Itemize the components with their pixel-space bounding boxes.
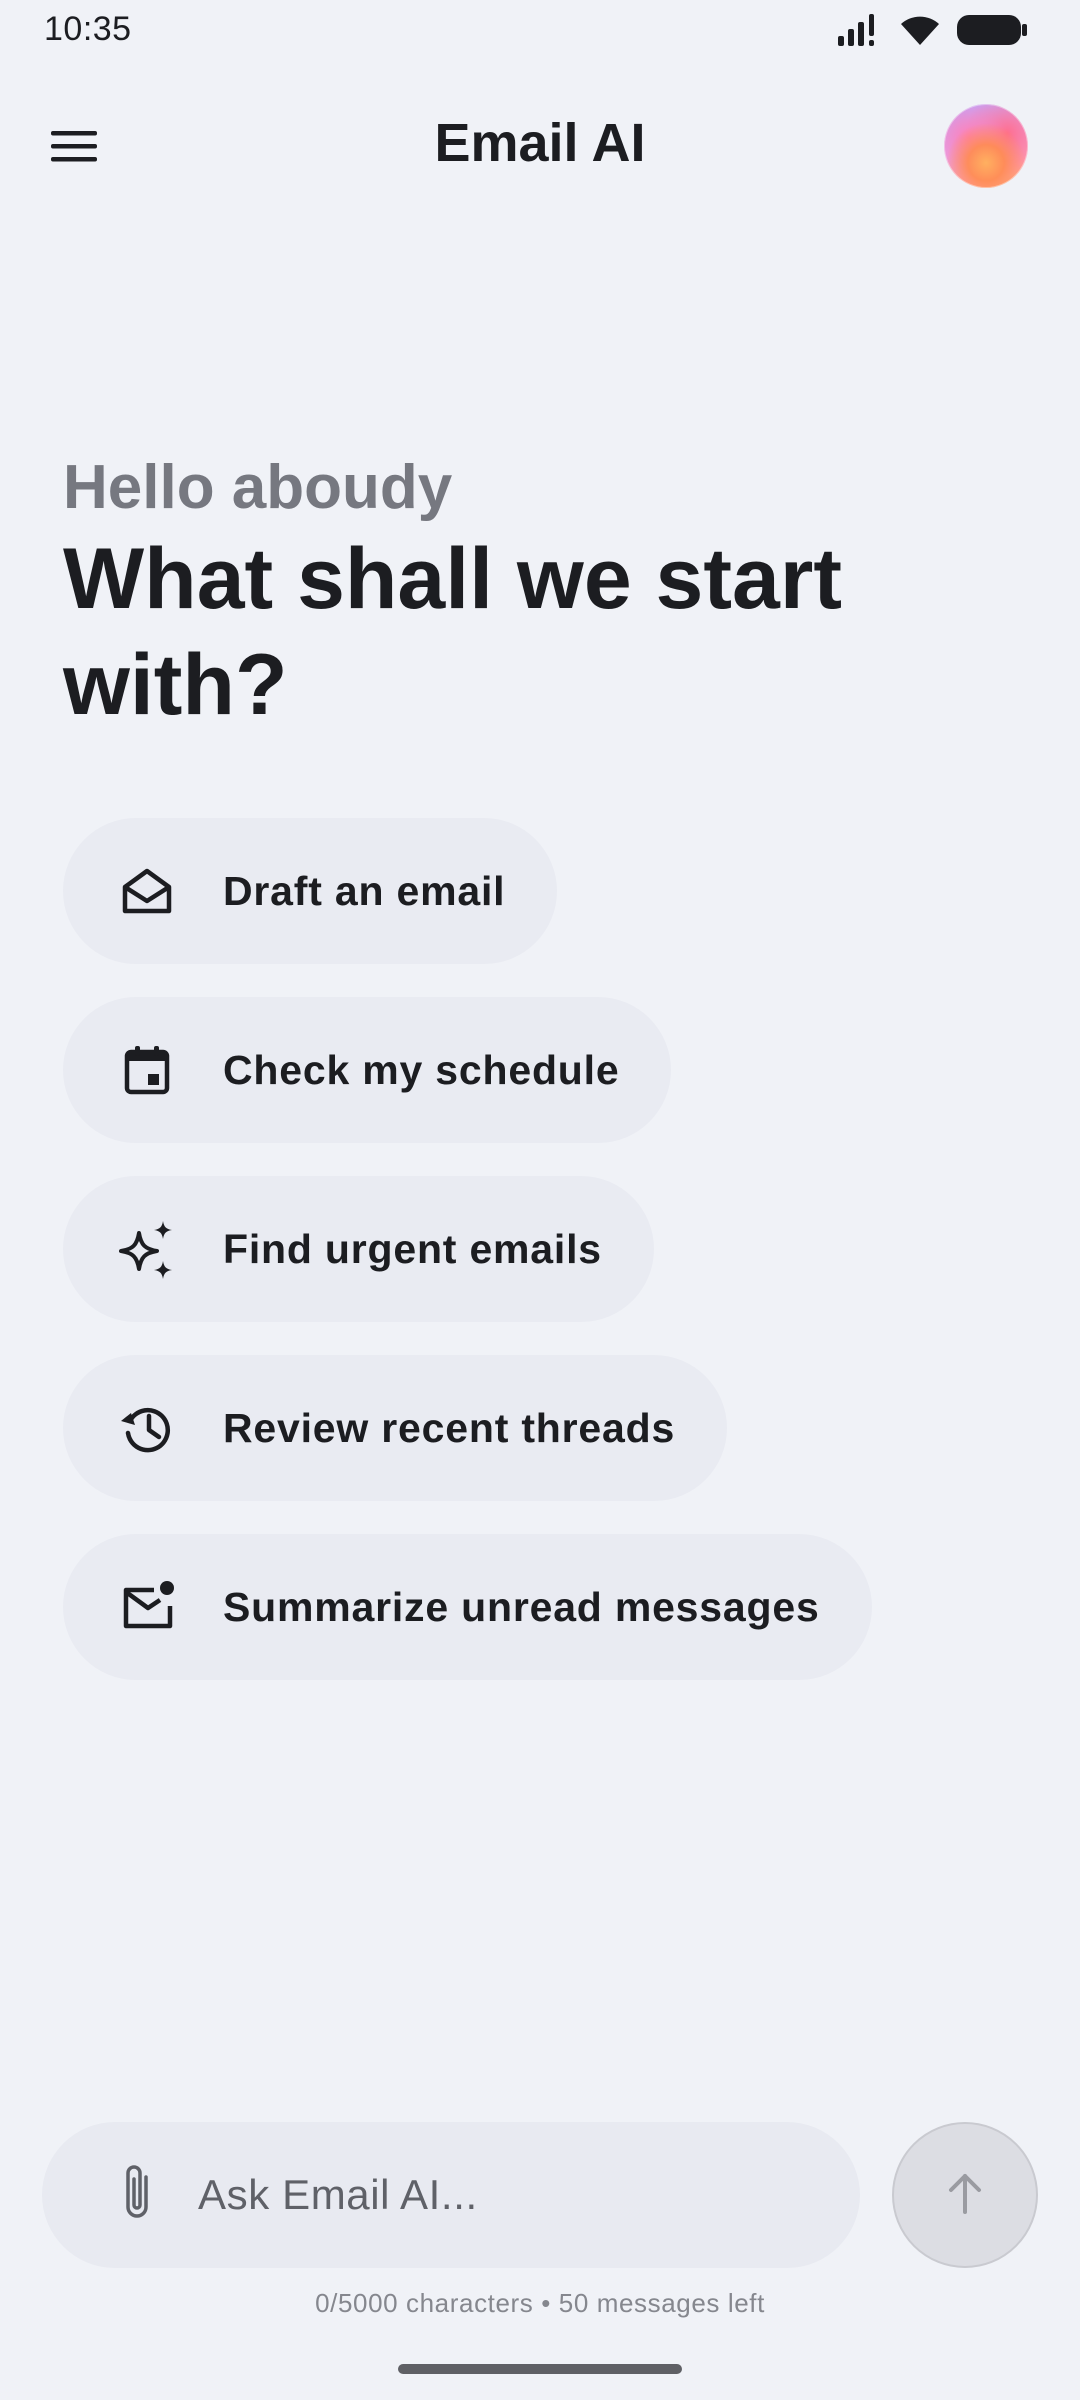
suggestion-review-threads[interactable]: Review recent threads — [63, 1355, 728, 1501]
calendar-icon — [117, 1040, 177, 1100]
wifi-icon — [898, 12, 942, 53]
status-time: 10:35 — [44, 10, 132, 48]
composer — [42, 2122, 860, 2268]
sparkle-icon — [117, 1219, 177, 1279]
attach-button[interactable] — [108, 2160, 168, 2230]
suggestion-label: Review recent threads — [223, 1404, 676, 1451]
arrow-up-icon — [940, 2168, 990, 2223]
suggestion-check-schedule[interactable]: Check my schedule — [63, 997, 672, 1143]
history-icon — [117, 1398, 177, 1458]
suggestion-label: Summarize unread messages — [223, 1583, 820, 1630]
suggestion-draft-email[interactable]: Draft an email — [63, 818, 558, 964]
status-icons — [836, 12, 1028, 53]
suggestion-label: Check my schedule — [223, 1046, 620, 1093]
gesture-nav-handle[interactable] — [398, 2364, 682, 2374]
battery-icon — [956, 12, 1028, 53]
ask-input[interactable] — [196, 2170, 820, 2220]
character-counter: 0/5000 characters • 50 messages left — [315, 2288, 765, 2318]
top-app-bar: Email AI — [0, 100, 1080, 196]
signal-icon — [836, 12, 884, 53]
suggestion-label: Draft an email — [223, 867, 506, 914]
page-title: What shall we start with? — [63, 531, 842, 733]
send-button[interactable] — [892, 2122, 1038, 2268]
status-bar: 10:35 — [0, 0, 1080, 60]
suggestion-list: Draft an email Check my schedule Find ur… — [63, 818, 872, 1680]
suggestion-summarize-unread[interactable]: Summarize unread messages — [63, 1534, 872, 1680]
suggestion-find-urgent[interactable]: Find urgent emails — [63, 1176, 654, 1322]
envelope-open-icon — [117, 861, 177, 921]
suggestion-label: Find urgent emails — [223, 1225, 602, 1272]
paperclip-icon — [118, 2161, 158, 2230]
avatar[interactable] — [944, 104, 1028, 188]
app-title: Email AI — [434, 113, 646, 173]
greeting-text: Hello aboudy — [63, 453, 453, 522]
mail-unread-icon — [117, 1577, 177, 1637]
